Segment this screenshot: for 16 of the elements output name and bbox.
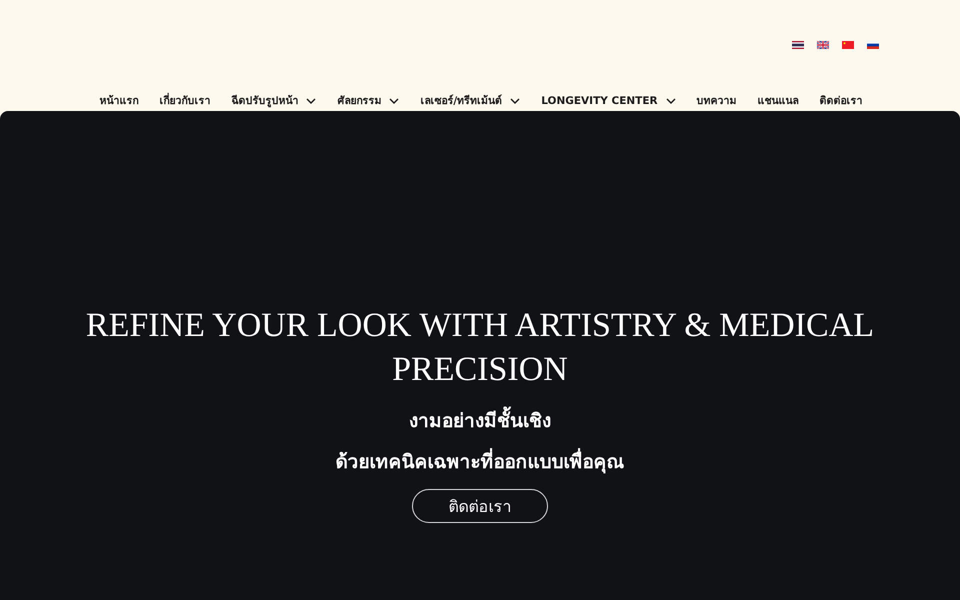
nav-link[interactable]: ติดต่อเรา <box>820 94 863 108</box>
hero-title: REFINE YOUR LOOK WITH ARTISTRY & MEDICAL PRECISION <box>84 306 876 390</box>
hero-subtitle: งามอย่างมีชั้นเชิง <box>409 407 551 436</box>
hero-subtitle: ด้วยเทคนิคเฉพาะที่ออกแบบเพื่อคุณ <box>336 448 624 477</box>
nav-link[interactable]: LONGEVITY CENTER <box>541 94 676 108</box>
nav-link[interactable]: เลเซอร์/ทรีทเม้นต์ <box>420 94 520 108</box>
nav-link[interactable]: ศัลยกรรม <box>337 94 400 108</box>
nav-link[interactable]: หน้าแรก <box>99 94 138 108</box>
nav-link[interactable]: บทความ <box>696 94 737 108</box>
russia-flag-icon[interactable] <box>867 41 879 49</box>
nav-link[interactable]: แชนแนล <box>758 94 799 108</box>
thai-flag-icon[interactable] <box>792 41 804 49</box>
nav-link[interactable]: เกี่ยวกับเรา <box>159 94 210 108</box>
uk-flag-icon[interactable] <box>817 41 829 49</box>
nav-link[interactable]: ฉีดปรับรูปหน้า <box>231 94 316 108</box>
contact-button[interactable]: ติดต่อเรา <box>412 489 548 523</box>
